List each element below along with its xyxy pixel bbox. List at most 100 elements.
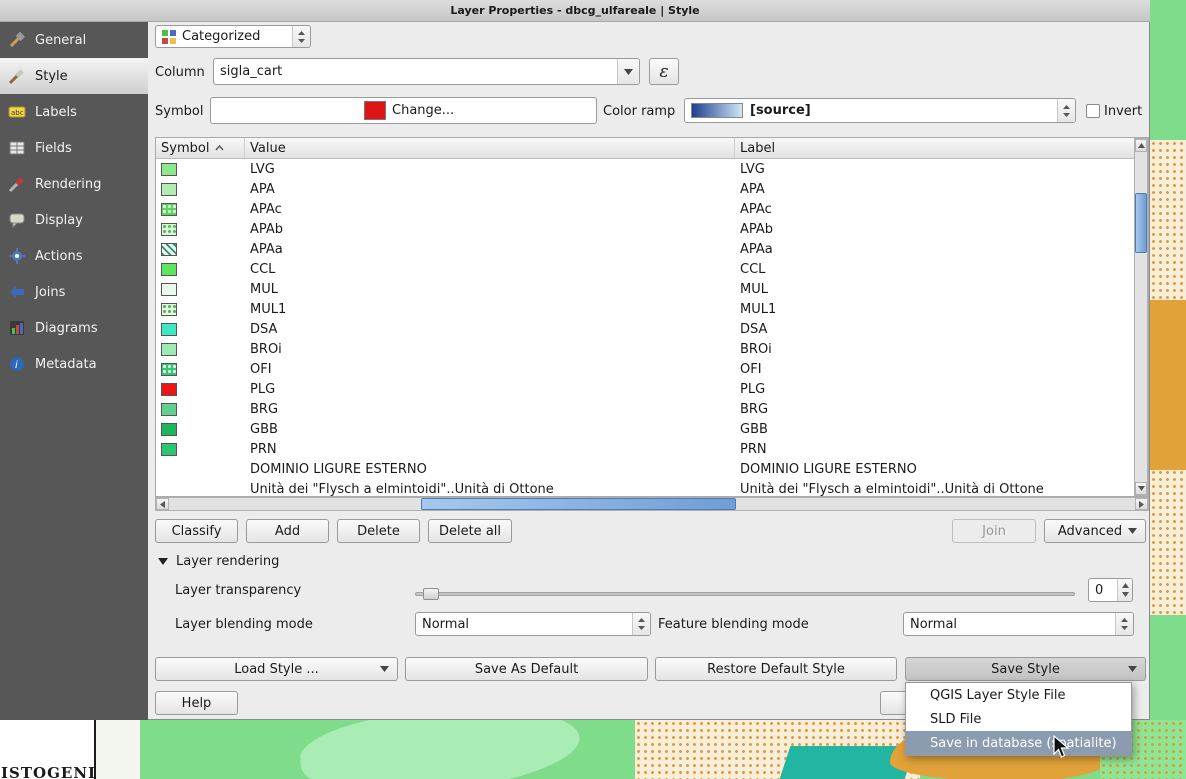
help-button[interactable]: Help [155,691,238,715]
table-row[interactable]: PRNPRN [156,439,1148,459]
label-cell: Unità dei "Flysch a elmintoidi"..Unità d… [735,482,1148,497]
transparency-slider-thumb[interactable] [423,588,439,600]
window-titlebar[interactable]: Layer Properties - dbcg_ulfareale | Styl… [0,0,1150,22]
sidebar-item-display[interactable]: Display [0,202,148,238]
sidebar-item-label: Actions [35,249,83,264]
horizontal-scrollbar[interactable] [155,497,1149,511]
sidebar-item-actions[interactable]: Actions [0,238,148,274]
restore-default-style-button[interactable]: Restore Default Style [655,657,897,681]
value-cell: DOMINIO LIGURE ESTERNO [245,462,735,477]
symbol-change-button[interactable]: Change... [210,97,597,124]
join-button[interactable]: Join [952,519,1036,543]
delete-all-button[interactable]: Delete all [428,519,512,543]
save-style-button[interactable]: Save Style [905,657,1146,681]
sidebar-item-label: Fields [35,141,72,156]
column-combobox[interactable]: sigla_cart [213,58,640,85]
load-style-button[interactable]: Load Style ... [155,657,398,681]
add-button[interactable]: Add [246,519,329,543]
joins-icon [8,283,26,301]
categorized-icon [162,30,176,44]
table-row[interactable]: CCLCCL [156,259,1148,279]
value-cell: PRN [245,442,735,457]
symbol-cell [156,183,245,196]
sidebar-item-fields[interactable]: Fields [0,130,148,166]
save-as-default-button[interactable]: Save As Default [405,657,648,681]
value-cell: BRG [245,402,735,417]
value-cell: CCL [245,262,735,277]
renderer-value: Categorized [182,29,260,44]
sidebar-item-style[interactable]: Style [0,58,148,94]
scrollbar-thumb[interactable] [1135,193,1147,253]
sidebar-item-rendering[interactable]: Rendering [0,166,148,202]
sidebar-item-metadata[interactable]: i Metadata [0,346,148,382]
table-row[interactable]: LVGLVG [156,159,1148,179]
menu-item-sld-file[interactable]: SLD File [906,707,1131,731]
renderer-select[interactable]: Categorized [155,25,311,48]
table-row[interactable]: MULMUL [156,279,1148,299]
svg-text:i: i [15,360,18,371]
table-row[interactable]: Unità dei "Flysch a elmintoidi"..Unità d… [156,479,1148,497]
table-row[interactable]: PLGPLG [156,379,1148,399]
table-row[interactable]: APAAPA [156,179,1148,199]
button-label: Save As Default [475,662,578,677]
label-cell: PLG [735,382,1148,397]
advanced-button[interactable]: Advanced [1044,519,1146,543]
vertical-scrollbar[interactable] [1134,138,1148,496]
spin-arrows-icon [632,613,650,635]
symbol-cell [156,243,245,256]
table-row[interactable]: DOMINIO LIGURE ESTERNODOMINIO LIGURE EST… [156,459,1148,479]
label-cell: APA [735,182,1148,197]
sidebar-item-labels[interactable]: abc Labels [0,94,148,130]
value-cell: Unità dei "Flysch a elmintoidi"..Unità d… [245,482,735,497]
table-row[interactable]: GBBGBB [156,419,1148,439]
map-region-lightgreen [297,720,584,779]
chevron-down-icon [617,59,639,84]
expression-button[interactable]: ε [649,58,679,85]
layer-rendering-section[interactable]: Layer rendering [158,554,279,569]
color-ramp-combobox[interactable]: [source] [684,98,1076,123]
scroll-up-button[interactable] [1135,139,1147,152]
column-header-label-col[interactable]: Label [735,138,1148,158]
table-row[interactable]: OFIOFI [156,359,1148,379]
feature-blending-value: Normal [910,617,957,632]
scrollbar-thumb[interactable] [421,498,736,510]
fields-icon [8,139,26,157]
classify-button[interactable]: Classify [155,519,238,543]
sidebar-item-label: Metadata [35,357,97,372]
table-row[interactable]: BROiBROi [156,339,1148,359]
sidebar-item-general[interactable]: General [0,22,148,58]
sidebar-item-diagrams[interactable]: Diagrams [0,310,148,346]
symbol-cell [156,303,245,316]
delete-button[interactable]: Delete [337,519,420,543]
table-row[interactable]: APAaAPAa [156,239,1148,259]
transparency-spinbox[interactable]: 0 [1088,578,1133,602]
menu-item-save-in-database[interactable]: Save in database (spatialite) [906,731,1131,755]
table-row[interactable]: DSADSA [156,319,1148,339]
menu-item-label: Save in database (spatialite) [930,736,1117,751]
menu-item-qgis-layer-style-file[interactable]: QGIS Layer Style File [906,683,1131,707]
column-header-symbol[interactable]: Symbol [156,138,245,158]
table-row[interactable]: BRGBRG [156,399,1148,419]
map-canvas-right[interactable] [1150,0,1186,720]
transparency-slider-groove[interactable] [415,592,1075,596]
invert-checkbox[interactable] [1086,104,1100,118]
scroll-down-button[interactable] [1135,482,1147,495]
value-cell: BROi [245,342,735,357]
scroll-left-button[interactable] [156,498,169,510]
value-cell: APAc [245,202,735,217]
button-label: Advanced [1058,524,1122,539]
sidebar-item-joins[interactable]: Joins [0,274,148,310]
layer-blending-combobox[interactable]: Normal [415,612,651,636]
table-row[interactable]: MUL1MUL1 [156,299,1148,319]
table-row[interactable]: APAcAPAc [156,199,1148,219]
button-label: Help [182,696,212,711]
column-header-value[interactable]: Value [245,138,735,158]
button-label: Join [982,524,1006,539]
table-row[interactable]: APAbAPAb [156,219,1148,239]
feature-blending-combobox[interactable]: Normal [903,612,1134,636]
spinbox-arrows[interactable] [1117,579,1132,601]
value-cell: MUL1 [245,302,735,317]
scroll-right-button[interactable] [1135,498,1148,510]
label-cell: LVG [735,162,1148,177]
symbol-table: Symbol Value Label LVGLVGAPAAPAAPAcAPAcA… [155,137,1149,497]
